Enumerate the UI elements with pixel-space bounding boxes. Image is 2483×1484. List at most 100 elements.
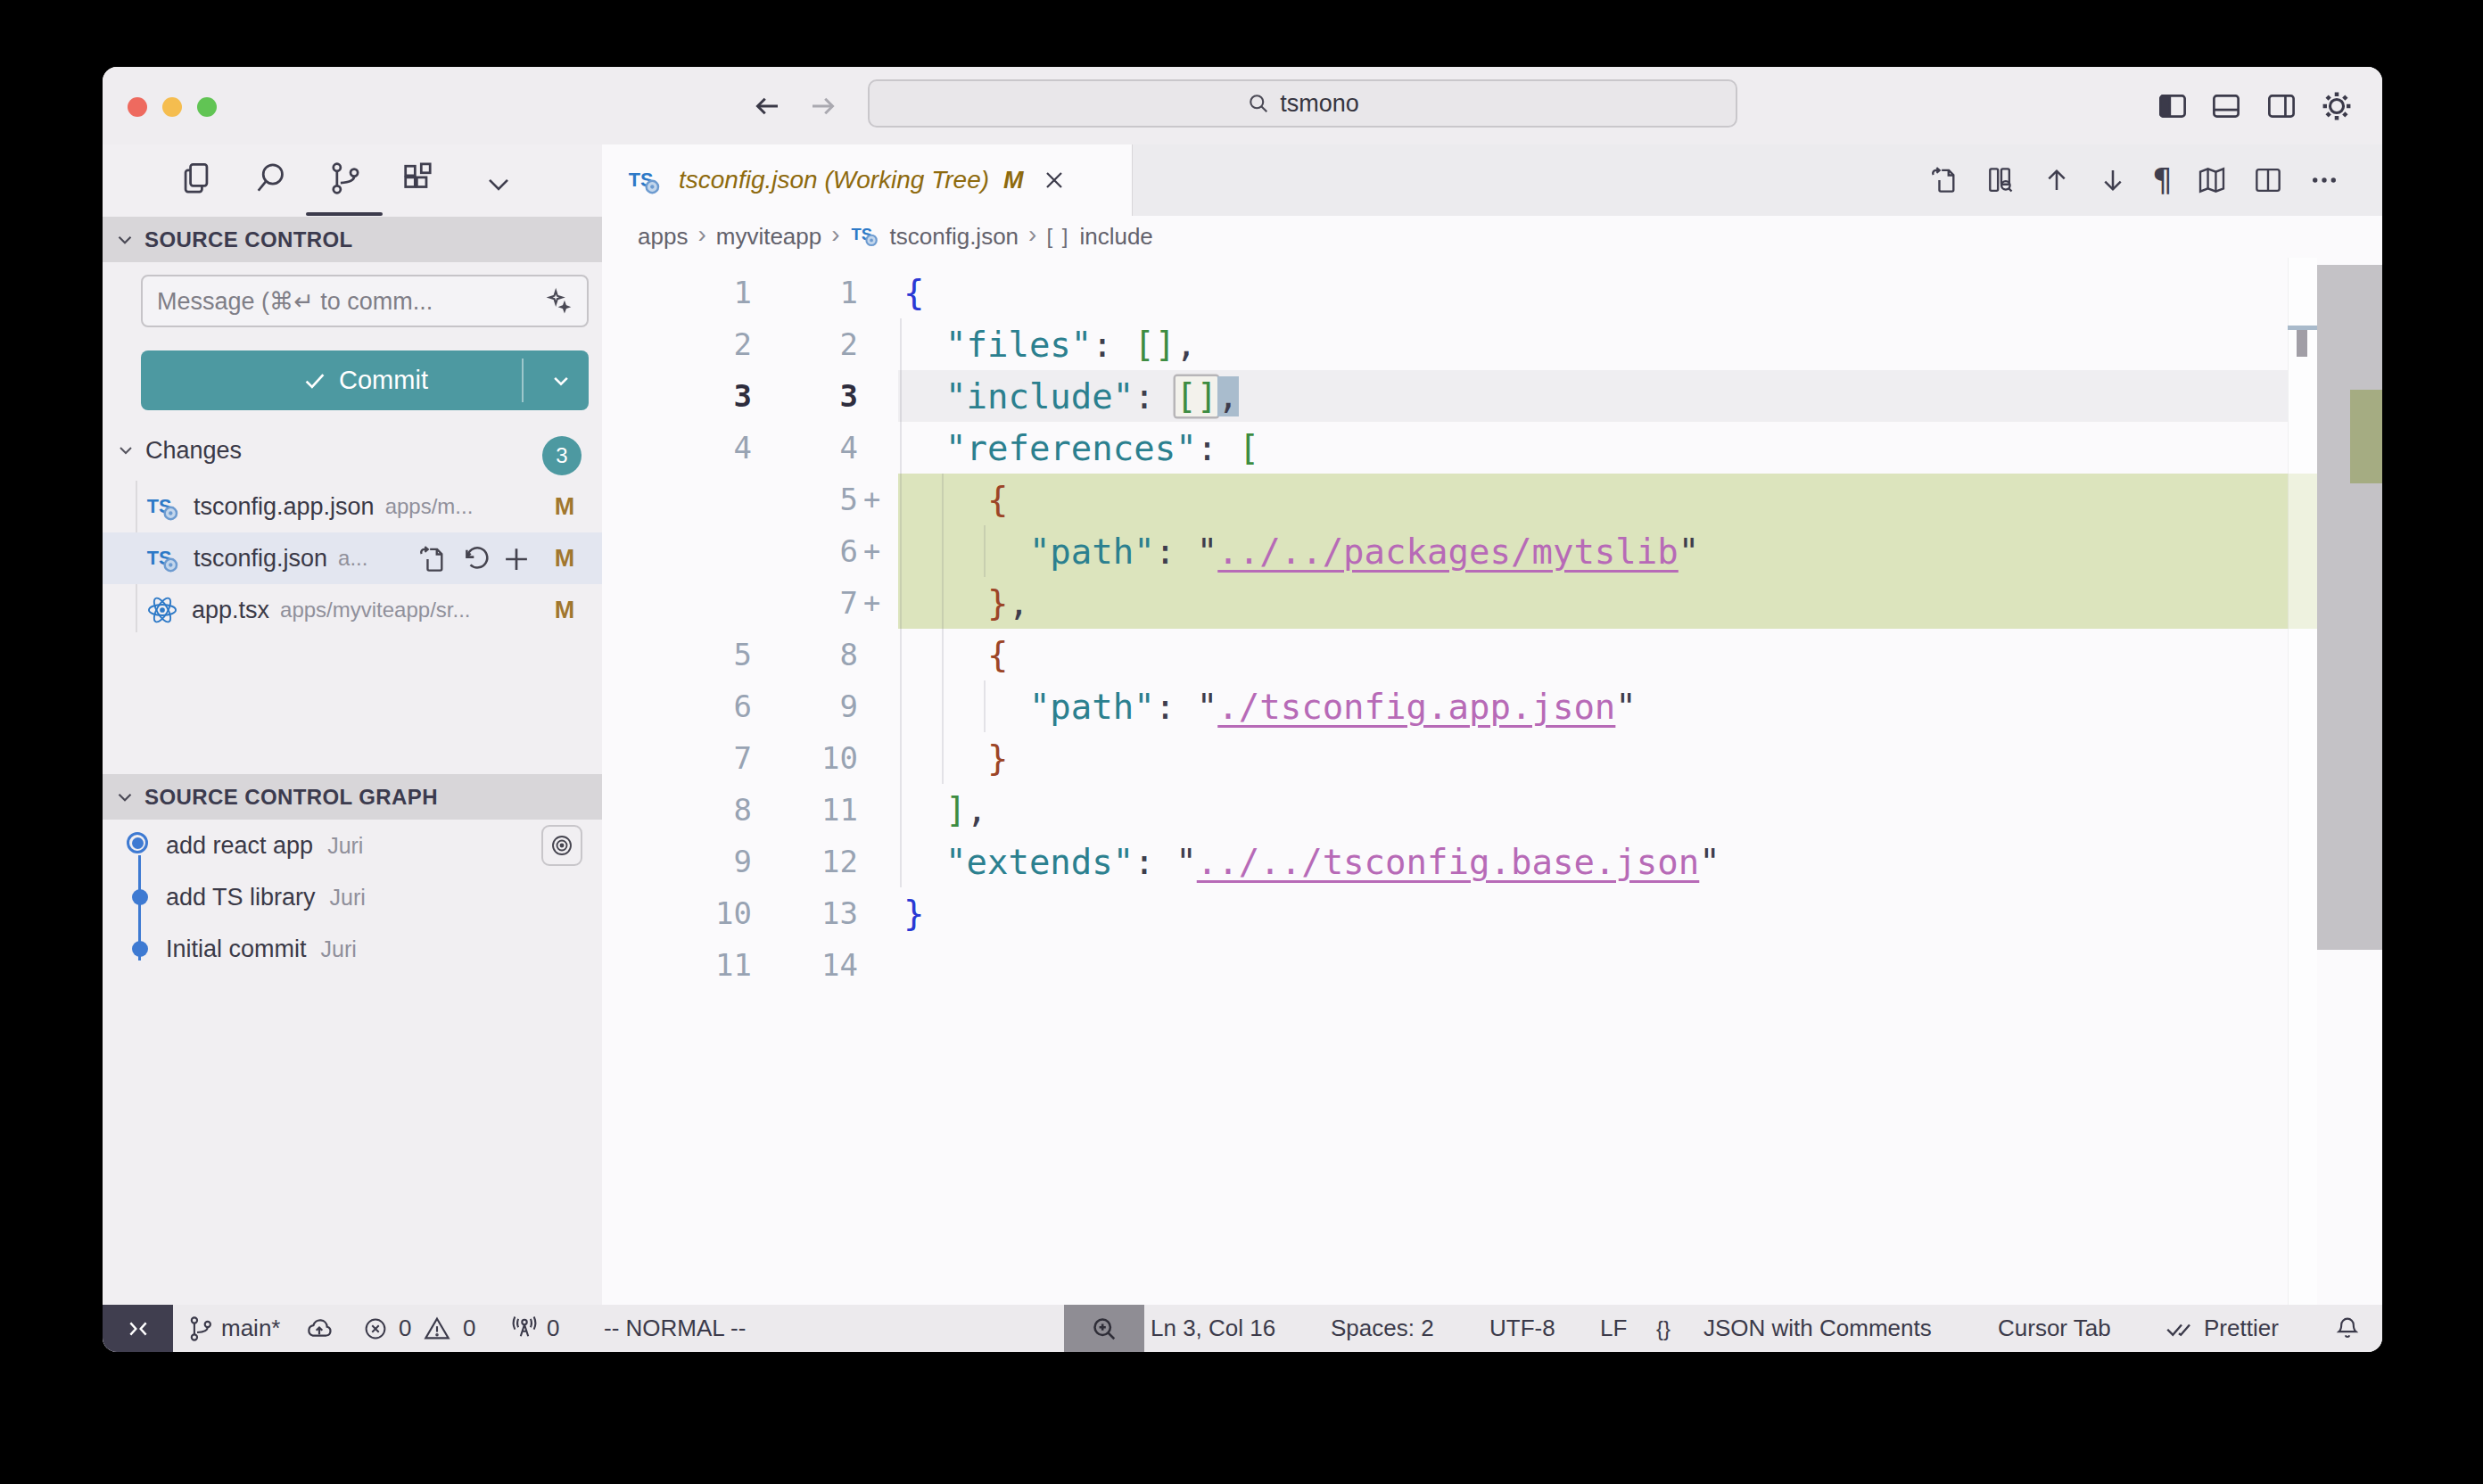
explorer-icon[interactable] <box>177 159 216 198</box>
language-mode[interactable]: JSON with Comments <box>1703 1305 1932 1352</box>
branch-name[interactable]: main* <box>221 1305 280 1352</box>
open-changes-icon[interactable] <box>1927 163 1961 197</box>
commit-message: add TS library <box>166 884 316 911</box>
commit-row[interactable]: add TS library Juri <box>103 871 602 923</box>
code-line[interactable]: 44 "references": [ <box>602 422 2382 474</box>
code-line[interactable]: 22 "files": [], <box>602 318 2382 370</box>
branch-icon[interactable] <box>186 1305 216 1352</box>
more-actions-icon[interactable] <box>2307 163 2341 197</box>
code-line[interactable]: 1114 <box>602 939 2382 991</box>
file-name: app.tsx <box>192 597 269 624</box>
source-control-icon[interactable] <box>326 159 365 198</box>
remote-indicator[interactable] <box>103 1305 173 1352</box>
next-change-icon[interactable] <box>2096 163 2130 197</box>
react-file-icon <box>145 593 179 627</box>
indentation[interactable]: Spaces: 2 <box>1331 1305 1434 1352</box>
code-line[interactable]: 69 "path": "./tsconfig.app.json" <box>602 680 2382 732</box>
breadcrumb-item[interactable]: include <box>1079 223 1152 251</box>
whitespace-pilcrow-icon[interactable]: ¶ <box>2152 163 2173 197</box>
scrollbar-thumb[interactable] <box>2317 265 2382 950</box>
vim-mode-indicator: -- NORMAL -- <box>604 1305 746 1352</box>
tab-label: tsconfig.json (Working Tree) <box>679 166 989 194</box>
commit-author: Juri <box>327 833 363 859</box>
code-editor[interactable]: 11{22 "files": [],33 "include": [],44 "r… <box>602 267 2382 991</box>
commit-row[interactable]: add react app Juri <box>103 820 602 871</box>
commit-message-input[interactable]: Message (⌘↵ to comm... <box>141 275 589 327</box>
scrollbar[interactable] <box>2317 258 2382 1305</box>
search-sidebar-icon[interactable] <box>252 159 291 198</box>
changes-section-header[interactable]: Changes 3 <box>103 429 602 472</box>
changed-file-row[interactable]: app.tsx apps/myviteapp/sr... M <box>103 584 602 636</box>
code-line[interactable]: 710 } <box>602 732 2382 784</box>
code-line[interactable]: 811 ], <box>602 784 2382 836</box>
ports-broadcast-icon[interactable] <box>508 1305 540 1352</box>
minimap[interactable] <box>2288 258 2317 1305</box>
source-control-section-header[interactable]: SOURCE CONTROL <box>103 217 602 262</box>
extensions-icon[interactable] <box>399 159 438 198</box>
changes-count-badge: 3 <box>542 436 582 475</box>
tab-close-icon[interactable] <box>1040 166 1068 194</box>
commit-author: Juri <box>330 885 366 911</box>
tsconfig-file-icon: TS <box>145 489 181 524</box>
tab-tsconfig-working-tree[interactable]: TS tsconfig.json (Working Tree) M <box>602 144 1133 216</box>
zoom-indicator[interactable] <box>1064 1305 1144 1352</box>
notifications-bell-icon[interactable] <box>2332 1305 2363 1352</box>
breadcrumb-item[interactable]: tsconfig.json <box>890 223 1019 251</box>
open-file-icon[interactable] <box>416 542 450 576</box>
toggle-panel-icon[interactable] <box>2209 89 2243 123</box>
code-line[interactable]: 58 { <box>602 629 2382 680</box>
compare-editors-icon[interactable] <box>1984 163 2017 197</box>
toggle-primary-sidebar-icon[interactable] <box>2156 89 2190 123</box>
warnings-count: 0 <box>463 1305 475 1352</box>
forward-icon[interactable] <box>807 90 839 122</box>
stage-changes-icon[interactable] <box>499 542 533 576</box>
changed-file-row-selected[interactable]: TS tsconfig.json a... M <box>103 532 602 584</box>
titlebar: tsmono <box>103 67 2382 144</box>
code-line[interactable]: 6+ "path": "../../packages/mytslib" <box>602 525 2382 577</box>
source-control-graph-header[interactable]: SOURCE CONTROL GRAPH <box>103 774 602 820</box>
code-line[interactable]: 33 "include": [], <box>602 370 2382 422</box>
code-line[interactable]: 912 "extends": "../../tsconfig.base.json… <box>602 836 2382 887</box>
goto-current-commit-button[interactable] <box>541 825 582 866</box>
code-line[interactable]: 7+ }, <box>602 577 2382 629</box>
formatter-name[interactable]: Prettier <box>2204 1305 2279 1352</box>
more-views-chevron-icon[interactable] <box>481 166 516 202</box>
discard-changes-icon[interactable] <box>459 542 493 576</box>
double-check-icon[interactable] <box>2163 1305 2195 1352</box>
commit-dot <box>132 889 148 905</box>
commit-row[interactable]: Initial commit Juri <box>103 923 602 975</box>
minimize-window-button[interactable] <box>162 97 182 117</box>
previous-change-icon[interactable] <box>2040 163 2074 197</box>
overview-ruler-added-decoration <box>2350 390 2382 483</box>
search-icon <box>1246 91 1271 116</box>
code-line[interactable]: 5+ { <box>602 474 2382 525</box>
changed-file-row[interactable]: TS tsconfig.app.json apps/m... M <box>103 481 602 532</box>
map-icon[interactable] <box>2195 163 2229 197</box>
breadcrumb-item[interactable]: apps <box>638 223 688 251</box>
cursor-position[interactable]: Ln 3, Col 16 <box>1151 1305 1275 1352</box>
commit-dropdown-chevron-icon[interactable] <box>548 367 574 394</box>
active-view-underline <box>306 212 383 216</box>
split-editor-icon[interactable] <box>2251 163 2285 197</box>
back-icon[interactable] <box>751 90 783 122</box>
breadcrumb-item[interactable]: myviteapp <box>716 223 822 251</box>
commit-dot <box>132 941 148 957</box>
warnings-icon[interactable] <box>422 1305 452 1352</box>
commit-button[interactable]: Commit <box>141 350 589 410</box>
settings-gear-icon[interactable] <box>2318 87 2355 125</box>
cursor-tab-indicator[interactable]: Cursor Tab <box>1998 1305 2111 1352</box>
eol-sequence[interactable]: LF <box>1600 1305 1627 1352</box>
file-path: apps/myviteapp/sr... <box>280 598 470 622</box>
maximize-window-button[interactable] <box>197 97 217 117</box>
errors-icon[interactable] <box>361 1305 390 1352</box>
sparkle-icon[interactable] <box>544 286 574 317</box>
code-line[interactable]: 1013} <box>602 887 2382 939</box>
commit-message-placeholder: Message (⌘↵ to comm... <box>157 287 544 316</box>
command-center-search[interactable]: tsmono <box>868 79 1737 128</box>
publish-cloud-icon[interactable] <box>303 1305 335 1352</box>
code-line[interactable]: 11{ <box>602 267 2382 318</box>
chevron-down-icon <box>115 440 136 461</box>
encoding[interactable]: UTF-8 <box>1489 1305 1555 1352</box>
close-window-button[interactable] <box>128 97 147 117</box>
toggle-secondary-sidebar-icon[interactable] <box>2264 89 2298 123</box>
